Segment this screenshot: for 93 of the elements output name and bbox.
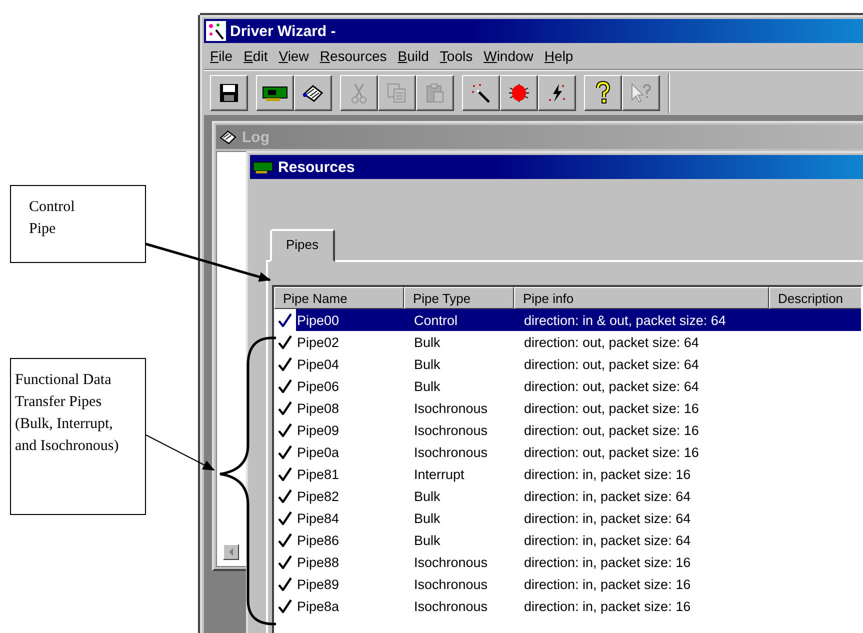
column-header[interactable]: Pipe info [514,287,769,309]
toolbar-button[interactable] [294,74,332,110]
table-cell-text: direction: in, packet size: 16 [523,598,692,614]
magic-wand-icon [470,82,492,104]
window-title: Driver Wizard - [230,22,336,40]
copy-icon [386,82,408,104]
table-cell-text: Isochronous [413,576,489,592]
tab[interactable]: Pipes [270,229,335,262]
table-cell-text: direction: out, packet size: 16 [523,422,700,438]
table-row[interactable]: Pipe82 Bulk direction: in, packet size: 64 [274,485,861,507]
table-cell-text: direction: out, packet size: 64 [523,378,700,394]
table-cell-text: direction: out, packet size: 64 [523,334,700,350]
table-cell-text: Bulk [413,378,442,394]
lightning-bolt-icon [546,82,568,104]
table-row[interactable]: Pipe81 Interrupt direction: in, packet size: 16 [274,463,861,485]
menu-item[interactable]: File [206,48,240,64]
callout-label: Control Pipe [10,185,146,263]
table-cell-text: Pipe00 [296,312,340,328]
table-cell-text: direction: out, packet size: 64 [523,356,700,372]
toolbar-button[interactable] [584,74,622,110]
table-cell-text: Bulk [413,488,442,504]
menu-item[interactable]: Window [480,48,540,64]
table-cell-text: Isochronous [413,598,489,614]
table-cell-text: Isochronous [413,422,489,438]
table-cell-text: direction: in, packet size: 16 [523,466,692,482]
callout-label: Functional Data Transfer Pipes (Bulk, Interrupt, and Isochronous) [10,358,146,515]
menu-item[interactable]: View [274,48,316,64]
table-cell-text: Pipe09 [296,422,340,438]
toolbar-button[interactable] [462,74,500,110]
table-row[interactable]: Pipe86 Bulk direction: in, packet size: 64 [274,529,861,551]
table-cell-text: Pipe82 [296,488,340,504]
arrow-left-icon [228,548,234,556]
menu-item[interactable]: Tools [436,48,480,64]
table-cell-text: Pipe86 [296,532,340,548]
table-cell-text: direction: in, packet size: 16 [523,576,692,592]
table-cell-text: direction: in, packet size: 64 [523,510,692,526]
table-cell-text: Pipe06 [296,378,340,394]
scissors-icon [350,82,368,104]
table-cell-text: Isochronous [413,444,489,460]
circuit-card-icon [252,159,274,175]
table-row[interactable]: Pipe89 Isochronous direction: in, packet size: 16 [274,573,861,595]
clipboard-icon [424,82,446,104]
bug-icon [507,82,531,104]
column-header[interactable]: Description [769,287,861,309]
table-row[interactable]: Pipe08 Isochronous direction: out, packet size: 16 [274,397,861,419]
table-cell-text: Bulk [413,334,442,350]
table-cell-text: direction: in, packet size: 64 [523,532,692,548]
callout-arrow [146,434,215,470]
table-cell-text: Isochronous [413,554,489,570]
table-row[interactable]: Pipe02 Bulk direction: out, packet size: 64 [274,331,861,353]
menu-item[interactable]: Resources [316,48,394,64]
menu-item[interactable]: Help [540,48,580,64]
toolbar-button[interactable] [500,74,538,110]
table-row[interactable]: Pipe8a Isochronous direction: in, packet size: 16 [274,595,861,617]
table-cell-text: Isochronous [413,400,489,416]
app-logo-icon [206,21,226,41]
toolbar-button[interactable] [210,74,248,110]
table-row[interactable]: Pipe04 Bulk direction: out, packet size: 64 [274,353,861,375]
question-mark-icon [594,80,612,104]
table-cell-text: direction: in, packet size: 16 [523,554,692,570]
table-cell-text: Pipe88 [296,554,340,570]
pointer-question-icon [629,82,653,104]
window-title: Resources [278,158,355,176]
menu-item[interactable]: Edit [240,48,275,64]
table-cell-text: Pipe08 [296,400,340,416]
table-cell-text: Bulk [413,532,442,548]
table-cell-text: direction: in, packet size: 64 [523,488,692,504]
toolbar-button[interactable] [256,74,294,110]
table-cell-text: Pipe04 [296,356,340,372]
table-row[interactable]: Pipe84 Bulk direction: in, packet size: 64 [274,507,861,529]
table-cell-text: Pipe8a [296,598,340,614]
table-cell-text: direction: out, packet size: 16 [523,400,700,416]
column-header[interactable]: Pipe Type [404,287,514,309]
table-cell-text: Control [413,312,459,328]
table-cell-text: direction: out, packet size: 16 [523,444,700,460]
scroll-arrow-button[interactable] [223,544,239,560]
table-cell-text: direction: in & out, packet size: 64 [523,312,727,328]
menu-item[interactable]: Build [394,48,436,64]
table-cell-text: Interrupt [413,466,466,482]
table-cell-text: Pipe02 [296,334,340,350]
table-cell-text: Pipe84 [296,510,340,526]
table-row[interactable]: Pipe09 Isochronous direction: out, packet size: 16 [274,419,861,441]
table-row[interactable]: Pipe06 Bulk direction: out, packet size: 64 [274,375,861,397]
toolbar-button[interactable] [538,74,576,110]
table-cell-text: Pipe81 [296,466,340,482]
window-title: Log [242,128,270,146]
column-header[interactable]: Pipe Name [274,287,404,309]
table-cell-text: Bulk [413,356,442,372]
table-cell-text: Bulk [413,510,442,526]
table-row[interactable]: Pipe88 Isochronous direction: in, packet size: 16 [274,551,861,573]
table-cell-text: Pipe0a [296,444,340,460]
table-cell-text: Pipe89 [296,576,340,592]
table-row[interactable]: Pipe0a Isochronous direction: out, packet size: 16 [274,441,861,463]
